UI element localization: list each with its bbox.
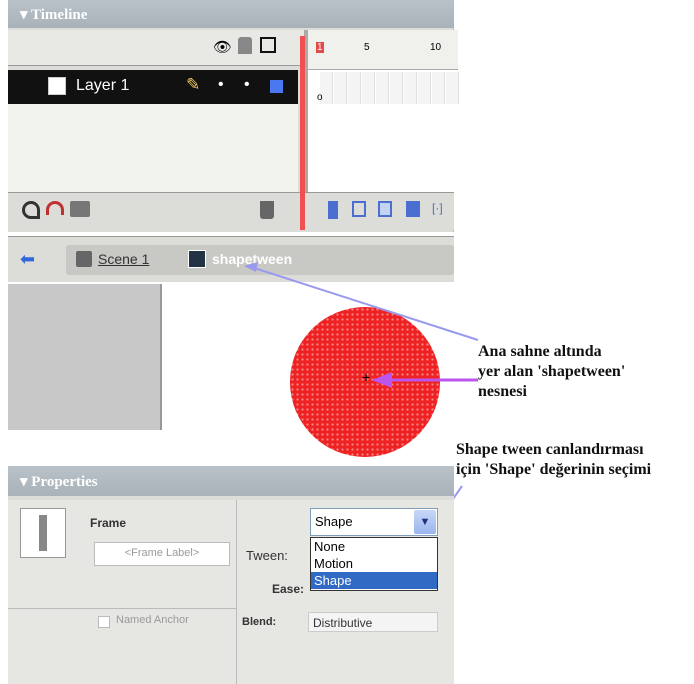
divider — [8, 608, 236, 609]
properties-panel-header[interactable]: ▾ Properties — [8, 466, 454, 496]
properties-panel: ▾ Properties Frame <Frame Label> Tween: … — [8, 466, 454, 684]
properties-title: Properties — [31, 474, 98, 490]
frame-thumbnail-icon — [20, 508, 66, 558]
annotation-line: yer alan 'shapetween' — [478, 363, 626, 380]
tween-option-motion[interactable]: Motion — [311, 555, 437, 572]
ease-label: Ease: — [272, 582, 305, 596]
tween-label: Tween: — [246, 548, 288, 563]
arrow-line-symbol — [247, 265, 479, 341]
chevron-down-icon[interactable]: ▼ — [414, 510, 436, 534]
tween-value: Shape — [315, 514, 353, 529]
frame-label-input[interactable]: <Frame Label> — [94, 542, 230, 566]
tween-dropdown-list: None Motion Shape — [310, 537, 438, 591]
annotation-line: Ana sahne altında — [478, 343, 602, 360]
annotation-line: için 'Shape' değerinin seçimi — [456, 461, 652, 478]
blend-label: Blend: — [242, 616, 277, 628]
annotation-line: Shape tween canlandırması — [456, 441, 644, 458]
blend-select[interactable]: Distributive — [308, 612, 438, 632]
arrow-head-symbol — [244, 262, 258, 272]
tween-select[interactable]: Shape ▼ — [310, 508, 438, 536]
annotation-line: nesnesi — [478, 383, 527, 400]
named-anchor-label: Named Anchor — [116, 614, 189, 626]
annotation-symbol-note: Ana sahne altında yer alan 'shapetween' … — [478, 342, 625, 402]
tween-option-none[interactable]: None — [311, 538, 437, 555]
annotation-shape-note: Shape tween canlandırması için 'Shape' d… — [456, 440, 651, 480]
collapse-triangle-icon: ▾ — [20, 474, 32, 490]
named-anchor-checkbox[interactable] — [98, 616, 110, 628]
arrow-head-center — [372, 372, 392, 388]
tween-option-shape[interactable]: Shape — [311, 572, 437, 589]
frame-label: Frame — [90, 516, 127, 530]
divider — [236, 500, 237, 684]
